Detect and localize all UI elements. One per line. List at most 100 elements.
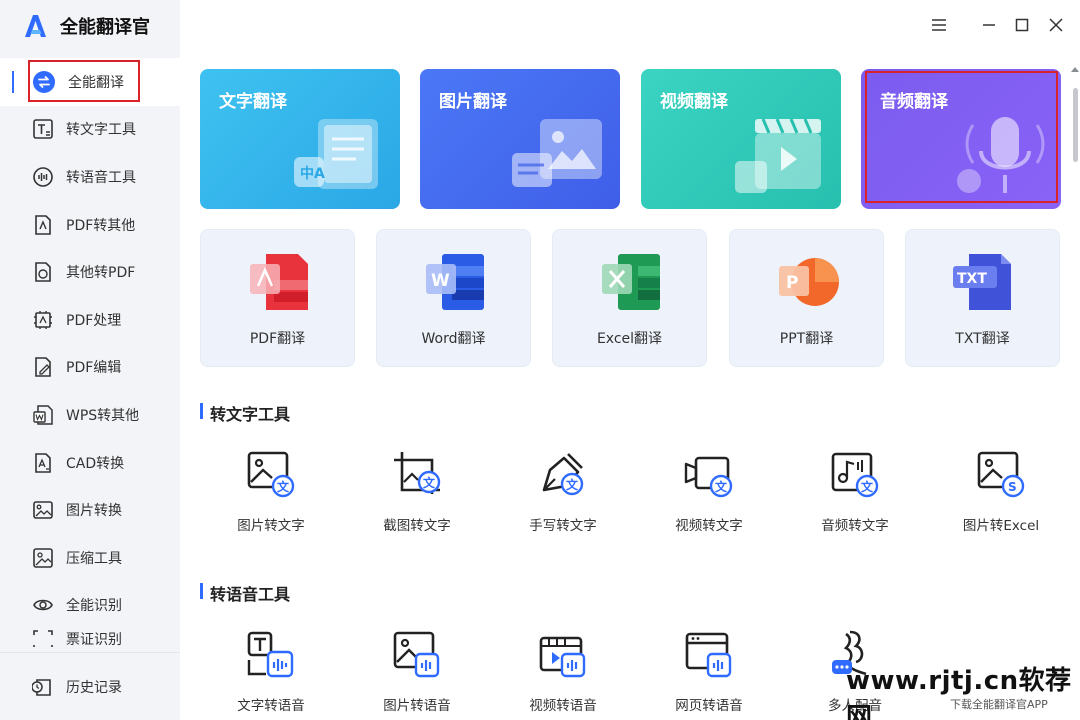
sidebar-item-label: CAD转换 xyxy=(66,455,125,472)
tool-audio-to-text[interactable]: 文 音频转文字 xyxy=(790,450,910,540)
tool-webpage-to-speech[interactable]: 网页转语音 xyxy=(644,630,764,720)
doc-card-word[interactable]: W Word翻译 xyxy=(376,229,531,367)
doc-card-txt[interactable]: TXT TXT翻译 xyxy=(905,229,1060,367)
section-title-voice-tools: 转语音工具 xyxy=(200,581,290,605)
excel-file-icon xyxy=(602,254,660,310)
tool-label: 截图转文字 xyxy=(383,518,451,534)
app-title: 全能翻译官 xyxy=(60,17,150,38)
card-label: 文字翻译 xyxy=(219,92,287,112)
svg-text:S: S xyxy=(1008,480,1017,494)
tool-label: 图片转Excel xyxy=(962,518,1040,534)
sidebar-item-label: WPS转其他 xyxy=(66,407,140,424)
pdf-export-icon xyxy=(32,214,54,236)
card-label: 视频翻译 xyxy=(660,92,728,112)
sidebar-item-recognize[interactable]: 全能识别 xyxy=(0,582,180,630)
tool-label: 图片转文字 xyxy=(237,518,305,534)
tool-image-to-text[interactable]: 文 图片转文字 xyxy=(206,450,326,540)
svg-text:文: 文 xyxy=(715,479,728,494)
menu-icon[interactable] xyxy=(928,14,950,36)
doc-card-label: PDF翻译 xyxy=(249,331,306,347)
sidebar: 全能翻译官 全能翻译 转文字工具 转语音工具 PDF转其他 其他转PDF PDF… xyxy=(0,0,180,720)
tool-image-to-excel[interactable]: S 图片转Excel xyxy=(936,450,1056,540)
watermark-subtext: 下载全能翻译官APP xyxy=(950,698,1048,711)
sidebar-item-history[interactable]: 历史记录 xyxy=(0,663,180,711)
card-video-translate[interactable]: 视频翻译 xyxy=(641,69,841,209)
sidebar-item-ticket-scan[interactable]: 票证识别 xyxy=(0,629,180,648)
card-text-translate[interactable]: 文字翻译 中A xyxy=(200,69,400,209)
sidebar-item-text-tools[interactable]: 转文字工具 xyxy=(0,106,180,154)
doc-card-label: Excel翻译 xyxy=(596,331,663,347)
scrollbar-thumb[interactable] xyxy=(1073,88,1078,162)
text-to-speech-icon xyxy=(247,631,294,678)
history-icon xyxy=(32,676,54,698)
tool-image-to-speech[interactable]: 图片转语音 xyxy=(352,630,472,720)
image-convert-icon xyxy=(32,499,54,521)
tool-label: 视频转语音 xyxy=(529,698,597,714)
svg-text:中A: 中A xyxy=(300,165,325,182)
cad-convert-icon xyxy=(32,452,54,474)
brand: 全能翻译官 xyxy=(22,10,150,42)
sidebar-item-pdf-to-other[interactable]: PDF转其他 xyxy=(0,201,180,249)
pdf-edit-icon xyxy=(32,356,54,378)
svg-text:文: 文 xyxy=(861,479,874,494)
sidebar-item-label: 转语音工具 xyxy=(66,169,136,186)
card-image-translate[interactable]: 图片翻译 xyxy=(420,69,620,209)
maximize-icon[interactable] xyxy=(1011,14,1033,36)
tool-handwriting-to-text[interactable]: 文 手写转文字 xyxy=(498,450,618,540)
doc-card-ppt[interactable]: P PPT翻译 xyxy=(729,229,884,367)
tool-label: 音频转文字 xyxy=(821,518,889,534)
sidebar-item-label: 压缩工具 xyxy=(66,550,122,567)
sidebar-item-label: 转文字工具 xyxy=(66,122,136,139)
video-translate-illustration xyxy=(735,118,821,193)
svg-text:TXT: TXT xyxy=(957,271,987,287)
ticket-scan-icon xyxy=(32,629,54,648)
sidebar-item-pdf-edit[interactable]: PDF编辑 xyxy=(0,344,180,392)
tool-label: 手写转文字 xyxy=(529,518,597,534)
svg-text:文: 文 xyxy=(277,479,290,494)
doc-card-label: TXT翻译 xyxy=(955,331,1010,347)
minimize-icon[interactable] xyxy=(978,14,1000,36)
doc-card-pdf[interactable]: PDF翻译 xyxy=(200,229,355,367)
highlight-box xyxy=(865,71,1058,203)
sidebar-item-wps-to-other[interactable]: WPS转其他 xyxy=(0,391,180,439)
pdf-process-icon xyxy=(32,309,54,331)
tool-video-to-speech[interactable]: 视频转语音 xyxy=(498,630,618,720)
sidebar-item-label: PDF处理 xyxy=(66,312,122,329)
tool-label: 图片转语音 xyxy=(383,698,451,714)
tool-screenshot-to-text[interactable]: 文 截图转文字 xyxy=(352,450,472,540)
scroll-up-arrow-icon[interactable] xyxy=(1071,66,1079,74)
wps-convert-icon xyxy=(32,404,54,426)
doc-card-excel[interactable]: Excel翻译 xyxy=(552,229,707,367)
image-to-text-icon: 文 xyxy=(247,451,295,498)
sidebar-item-other-to-pdf[interactable]: 其他转PDF xyxy=(0,248,180,296)
sidebar-item-compress[interactable]: 压缩工具 xyxy=(0,534,180,582)
text-translate-illustration: 中A xyxy=(294,119,378,189)
svg-text:文: 文 xyxy=(566,477,579,492)
sidebar-item-label: PDF编辑 xyxy=(66,360,122,377)
section-title-text-tools: 转文字工具 xyxy=(200,401,290,425)
ppt-file-icon: P xyxy=(779,258,839,306)
app-logo-icon xyxy=(25,15,46,37)
svg-text:W: W xyxy=(431,271,450,291)
image-to-excel-icon: S xyxy=(977,451,1025,498)
sidebar-item-pdf-process[interactable]: PDF处理 xyxy=(0,296,180,344)
video-to-speech-icon xyxy=(539,636,586,678)
screenshot-to-text-icon: 文 xyxy=(394,452,441,494)
sidebar-item-label: 图片转换 xyxy=(66,503,122,520)
close-icon[interactable] xyxy=(1045,14,1067,36)
video-to-text-icon: 文 xyxy=(684,456,733,498)
tool-label: 网页转语音 xyxy=(675,698,743,714)
text-convert-icon xyxy=(32,118,54,140)
sidebar-item-voice-tools[interactable]: 转语音工具 xyxy=(0,153,180,201)
sidebar-item-image-convert[interactable]: 图片转换 xyxy=(0,486,180,534)
voice-convert-icon xyxy=(32,166,54,188)
card-label: 图片翻译 xyxy=(439,92,507,112)
tool-label: 视频转文字 xyxy=(675,518,743,534)
sidebar-footer: 历史记录 xyxy=(0,652,180,720)
sidebar-item-label: PDF转其他 xyxy=(66,217,136,234)
txt-file-icon: TXT xyxy=(953,254,1011,310)
sidebar-item-cad-convert[interactable]: CAD转换 xyxy=(0,439,180,487)
tool-video-to-text[interactable]: 文 视频转文字 xyxy=(644,450,764,540)
tool-text-to-speech[interactable]: 文字转语音 xyxy=(206,630,326,720)
handwriting-to-text-icon: 文 xyxy=(542,453,584,496)
